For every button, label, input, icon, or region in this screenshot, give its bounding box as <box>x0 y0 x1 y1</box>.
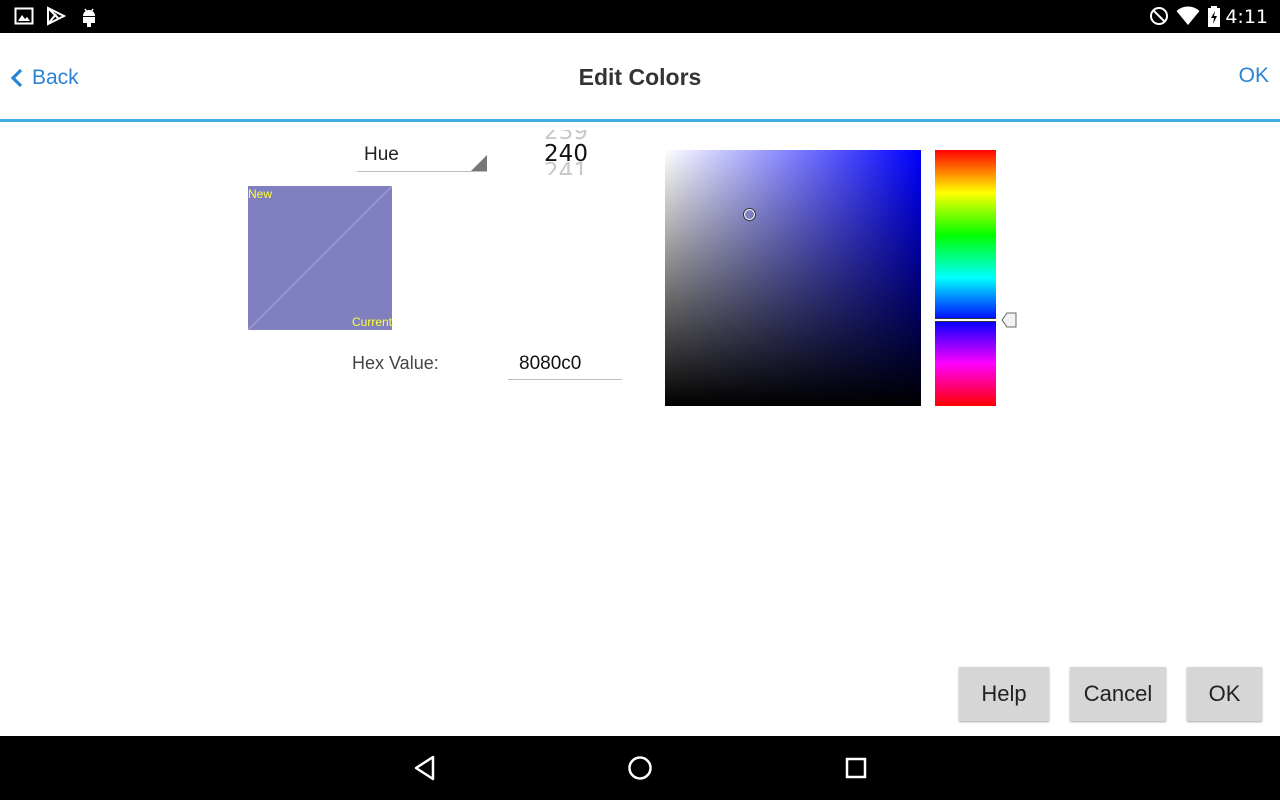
clock: 4:11 <box>1225 6 1268 28</box>
hex-value-input[interactable] <box>508 348 622 380</box>
hex-value-label: Hex Value: <box>352 353 439 373</box>
dialog-header: Back Edit Colors OK <box>0 33 1280 122</box>
color-mode-dropdown[interactable]: Hue <box>357 140 487 172</box>
new-color-label: New <box>248 187 273 201</box>
status-bar: 4:11 <box>0 0 1280 33</box>
recents-square-icon[interactable] <box>843 754 869 782</box>
color-swatch: New Current <box>248 186 392 330</box>
hue-selection-line <box>935 318 996 322</box>
play-store-notification-icon <box>47 6 67 26</box>
wifi-icon <box>1176 6 1200 25</box>
picker-next-value[interactable]: 241 <box>540 161 592 176</box>
dropdown-corner-icon <box>471 155 487 171</box>
do-not-disturb-icon <box>1150 7 1168 25</box>
black-gradient <box>665 150 921 406</box>
navigation-bar <box>0 736 1280 800</box>
battery-charging-icon <box>1208 6 1220 27</box>
saturation-value-square[interactable] <box>665 150 921 406</box>
hue-slider[interactable] <box>935 150 996 406</box>
image-notification-icon <box>14 7 34 25</box>
color-mode-selected: Hue <box>364 144 399 165</box>
home-circle-icon[interactable] <box>626 754 654 782</box>
help-button[interactable]: Help <box>959 667 1049 721</box>
cancel-button[interactable]: Cancel <box>1070 667 1166 721</box>
hue-number-picker[interactable]: 239 240 241 <box>540 130 592 175</box>
ok-button[interactable]: OK <box>1187 667 1262 721</box>
page-title: Edit Colors <box>578 64 702 90</box>
current-color-label: Current <box>351 315 392 329</box>
sv-handle[interactable] <box>743 208 756 221</box>
hue-pointer-icon[interactable] <box>1001 312 1017 328</box>
header-ok-button[interactable]: OK <box>1239 64 1269 88</box>
back-triangle-icon[interactable] <box>412 754 438 782</box>
android-debug-icon <box>83 8 95 27</box>
swatch-divider <box>248 186 392 330</box>
